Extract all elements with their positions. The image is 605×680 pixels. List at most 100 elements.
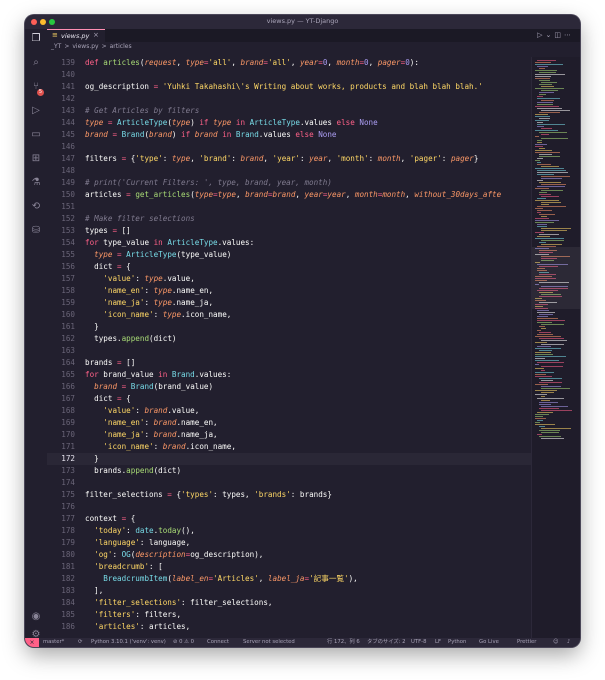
account-icon[interactable]: ◉ xyxy=(30,611,42,623)
code-line[interactable]: 167 dict = { xyxy=(47,393,531,405)
close-tab-icon[interactable]: × xyxy=(93,31,99,39)
minimap-line xyxy=(537,224,547,225)
code-line[interactable]: 152 # Make filter selections xyxy=(47,213,531,225)
code-token: brand xyxy=(162,442,186,451)
code-line[interactable]: 168 'value': brand.value, xyxy=(47,405,531,417)
tab-views-py[interactable]: ≡ views.py × xyxy=(47,29,105,42)
live-share-icon[interactable]: ⟲ xyxy=(30,201,42,213)
code-line[interactable]: 183 ], xyxy=(47,585,531,597)
connect-button[interactable]: Connect xyxy=(207,638,229,647)
run-file-icon[interactable]: ▷ xyxy=(537,31,545,39)
sync-icon[interactable]: ⟳ xyxy=(78,638,82,647)
extensions-icon[interactable]: ⊞ xyxy=(30,153,42,165)
language-mode[interactable]: Python xyxy=(448,638,466,647)
split-editor-icon[interactable]: ◫ xyxy=(554,31,564,39)
remote-explorer-icon[interactable]: ▭ xyxy=(30,129,42,141)
code-line[interactable]: 164 brands = [] xyxy=(47,357,531,369)
code-token: dict xyxy=(94,394,118,403)
code-line[interactable]: 150 articles = get_articles(type=type, br… xyxy=(47,189,531,201)
code-line[interactable]: 149 # print('Current Filters: ', type, br… xyxy=(47,177,531,189)
more-actions-icon[interactable]: ⋯ xyxy=(564,31,574,39)
code-line[interactable]: 141 og_description = 'Yuhki Takahashi\'s … xyxy=(47,81,531,93)
code-line[interactable]: 151 xyxy=(47,201,531,213)
explorer-icon[interactable]: ❐ xyxy=(30,33,42,45)
code-line[interactable]: 145 brand = Brand(brand) if brand in Bran… xyxy=(47,129,531,141)
code-line[interactable]: 178 'today': date.today(), xyxy=(47,525,531,537)
code-line[interactable]: 185 'filters': filters, xyxy=(47,609,531,621)
code-line[interactable]: 174 xyxy=(47,477,531,489)
code-line[interactable]: 170 'name_ja': brand.name_ja, xyxy=(47,429,531,441)
code-editor[interactable]: 139 def articles(request, type='all', bra… xyxy=(47,57,531,638)
code-line[interactable]: 175 filter_selections = {'types': types, … xyxy=(47,489,531,501)
code-line[interactable]: 162 types.append(dict) xyxy=(47,333,531,345)
code-line[interactable]: 148 xyxy=(47,165,531,177)
minimap-line xyxy=(539,84,552,85)
code-line[interactable]: 160 'icon_name': type.icon_name, xyxy=(47,309,531,321)
notifications-bell-icon[interactable]: ♪ xyxy=(567,638,570,647)
code-line[interactable]: 166 brand = Brand(brand_value) xyxy=(47,381,531,393)
code-text: for brand_value in Brand.values: xyxy=(85,369,231,381)
code-line[interactable]: 182 BreadcrumbItem(label_en='Articles', … xyxy=(47,573,531,585)
code-line[interactable]: 156 dict = { xyxy=(47,261,531,273)
code-token: if xyxy=(199,118,214,127)
code-line[interactable]: 158 'name_en': type.name_en, xyxy=(47,285,531,297)
code-line[interactable]: 172 } xyxy=(47,453,531,465)
code-text: 'name_en': brand.name_en, xyxy=(85,417,217,429)
minimap-line xyxy=(541,216,547,217)
go-live-button[interactable]: Go Live xyxy=(479,638,499,647)
prettier-status[interactable]: Prettier xyxy=(517,638,536,647)
code-line[interactable]: 176 xyxy=(47,501,531,513)
breadcrumb-symbol[interactable]: articles xyxy=(110,43,132,50)
breadcrumb-folder[interactable]: _YT xyxy=(51,43,61,50)
code-line[interactable]: 147 filters = {'type': type, 'brand': bra… xyxy=(47,153,531,165)
code-line[interactable]: 142 xyxy=(47,93,531,105)
code-text: 'icon_name': type.icon_name, xyxy=(85,309,231,321)
git-branch[interactable]: master* xyxy=(43,638,64,647)
code-line[interactable]: 155 type = ArticleType(type_value) xyxy=(47,249,531,261)
code-line[interactable]: 140 xyxy=(47,69,531,81)
code-line[interactable]: 161 } xyxy=(47,321,531,333)
end-of-line[interactable]: LF xyxy=(435,638,441,647)
code-line[interactable]: 154 for type_value in ArticleType.values: xyxy=(47,237,531,249)
code-line[interactable]: 143 # Get Articles by filters xyxy=(47,105,531,117)
code-line[interactable]: 153 types = [] xyxy=(47,225,531,237)
feedback-icon[interactable]: ☺ xyxy=(553,638,559,647)
problems-indicator[interactable]: ⊘ 0 ⚠ 0 xyxy=(173,638,194,647)
remote-indicator-icon[interactable]: ⨯ xyxy=(25,638,39,647)
breadcrumb-file[interactable]: views.py xyxy=(72,43,98,50)
minimap[interactable] xyxy=(531,57,580,638)
code-line[interactable]: 180 'og': OG(description=og_description)… xyxy=(47,549,531,561)
code-token: { xyxy=(126,394,131,403)
tab-size[interactable]: タブのサイズ: 2 xyxy=(367,638,405,647)
line-number: 185 xyxy=(61,610,75,619)
code-line[interactable]: 173 brands.append(dict) xyxy=(47,465,531,477)
server-status[interactable]: Server not selected xyxy=(243,638,295,647)
code-line[interactable]: 146 xyxy=(47,141,531,153)
code-line[interactable]: 139 def articles(request, type='all', bra… xyxy=(47,57,531,69)
encoding[interactable]: UTF-8 xyxy=(411,638,426,647)
code-line[interactable]: 184 'filter_selections': filter_selectio… xyxy=(47,597,531,609)
code-token: , xyxy=(400,154,410,163)
database-icon[interactable]: ⛁ xyxy=(30,225,42,237)
code-line[interactable]: 186 'articles': articles, xyxy=(47,621,531,633)
python-interpreter[interactable]: Python 3.10.1 ('venv': venv) xyxy=(91,638,166,647)
code-token: None xyxy=(359,118,378,127)
minimap-viewport-slider[interactable] xyxy=(532,247,580,309)
line-number: 145 xyxy=(61,130,75,139)
minimap-line xyxy=(535,130,558,131)
cursor-position[interactable]: 行 172、列 6 xyxy=(327,638,360,647)
code-line[interactable]: 177 context = { xyxy=(47,513,531,525)
code-line[interactable]: 181 'breadcrumb': [ xyxy=(47,561,531,573)
code-line[interactable]: 159 'name_ja': type.name_ja, xyxy=(47,297,531,309)
search-icon[interactable]: ⌕ xyxy=(30,57,42,69)
testing-icon[interactable]: ⚗ xyxy=(30,177,42,189)
code-line[interactable]: 157 'value': type.value, xyxy=(47,273,531,285)
code-line[interactable]: 169 'name_en': brand.name_en, xyxy=(47,417,531,429)
run-debug-icon[interactable]: ▷ xyxy=(30,105,42,117)
code-line[interactable]: 171 'icon_name': brand.icon_name, xyxy=(47,441,531,453)
code-text: BreadcrumbItem(label_en='Articles', labe… xyxy=(85,573,357,585)
code-line[interactable]: 163 xyxy=(47,345,531,357)
code-line[interactable]: 144 type = ArticleType(type) if type in A… xyxy=(47,117,531,129)
code-line[interactable]: 179 'language': language, xyxy=(47,537,531,549)
code-line[interactable]: 165 for brand_value in Brand.values: xyxy=(47,369,531,381)
